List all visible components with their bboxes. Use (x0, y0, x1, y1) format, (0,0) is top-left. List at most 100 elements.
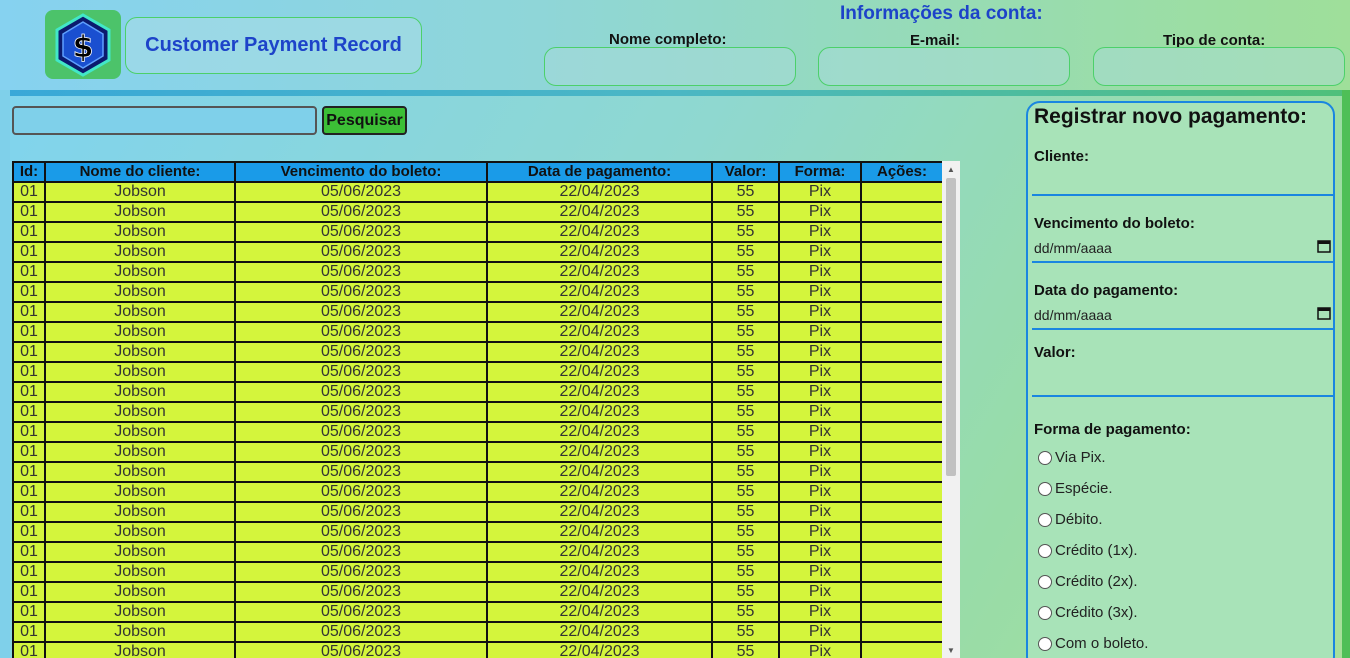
table-cell: Pix (778, 361, 862, 383)
table-cell (860, 201, 944, 223)
table-row[interactable]: 01 Jobson 05/06/2023 22/04/2023 55 Pix (12, 321, 944, 343)
app-title-box: Customer Payment Record (125, 17, 422, 74)
table-cell: 05/06/2023 (234, 421, 488, 443)
due-date-underline (1032, 261, 1334, 263)
table-cell: 01 (12, 381, 46, 403)
search-button[interactable]: Pesquisar (322, 106, 407, 135)
table-cell: 05/06/2023 (234, 581, 488, 603)
table-cell: Pix (778, 381, 862, 403)
radio-button[interactable] (1038, 636, 1052, 651)
payment-method-label: Via Pix. (1055, 449, 1106, 466)
table-row[interactable]: 01 Jobson 05/06/2023 22/04/2023 55 Pix (12, 601, 944, 623)
client-input-underline[interactable] (1032, 194, 1334, 196)
table-cell (860, 641, 944, 658)
table-row[interactable]: 01 Jobson 05/06/2023 22/04/2023 55 Pix (12, 221, 944, 243)
table-row[interactable]: 01 Jobson 05/06/2023 22/04/2023 55 Pix (12, 641, 944, 658)
email-field[interactable] (818, 47, 1070, 86)
table-cell: Pix (778, 421, 862, 443)
scroll-thumb[interactable] (946, 178, 956, 476)
table-row[interactable]: 01 Jobson 05/06/2023 22/04/2023 55 Pix (12, 301, 944, 323)
payment-method-option[interactable]: Crédito (3x). (1038, 604, 1138, 621)
payment-method-label: Espécie. (1055, 480, 1113, 497)
table-row[interactable]: 01 Jobson 05/06/2023 22/04/2023 55 Pix (12, 401, 944, 423)
table-cell: Jobson (44, 181, 236, 203)
table-row[interactable]: 01 Jobson 05/06/2023 22/04/2023 55 Pix (12, 561, 944, 583)
table-cell: Jobson (44, 401, 236, 423)
table-cell: 55 (711, 541, 780, 563)
table-row[interactable]: 01 Jobson 05/06/2023 22/04/2023 55 Pix (12, 261, 944, 283)
table-cell: Pix (778, 621, 862, 643)
scroll-down-arrow-icon[interactable]: ▼ (942, 644, 960, 658)
table-row[interactable]: 01 Jobson 05/06/2023 22/04/2023 55 Pix (12, 381, 944, 403)
table-row[interactable]: 01 Jobson 05/06/2023 22/04/2023 55 Pix (12, 421, 944, 443)
table-cell (860, 481, 944, 503)
table-row[interactable]: 01 Jobson 05/06/2023 22/04/2023 55 Pix (12, 361, 944, 383)
scroll-up-arrow-icon[interactable]: ▲ (942, 163, 960, 177)
payments-table-container[interactable]: Id: Nome do cliente: Vencimento do boleto:… (12, 161, 960, 658)
table-row[interactable]: 01 Jobson 05/06/2023 22/04/2023 55 Pix (12, 581, 944, 603)
table-cell (860, 221, 944, 243)
table-cell (860, 601, 944, 623)
table-row[interactable]: 01 Jobson 05/06/2023 22/04/2023 55 Pix (12, 281, 944, 303)
table-row[interactable]: 01 Jobson 05/06/2023 22/04/2023 55 Pix (12, 461, 944, 483)
payment-date-input[interactable]: dd/mm/aaaa (1034, 307, 1112, 323)
calendar-icon[interactable] (1317, 239, 1331, 253)
table-row[interactable]: 01 Jobson 05/06/2023 22/04/2023 55 Pix (12, 341, 944, 363)
radio-button[interactable] (1038, 605, 1052, 620)
radio-button[interactable] (1038, 574, 1052, 589)
value-input-underline[interactable] (1032, 395, 1334, 397)
table-cell: 01 (12, 601, 46, 623)
table-cell: 01 (12, 241, 46, 263)
table-cell: 05/06/2023 (234, 401, 488, 423)
table-cell: 22/04/2023 (486, 401, 713, 423)
table-cell: 01 (12, 541, 46, 563)
search-input[interactable] (12, 106, 317, 135)
radio-button[interactable] (1038, 481, 1052, 496)
table-cell (860, 441, 944, 463)
payment-method-option[interactable]: Espécie. (1038, 480, 1113, 497)
table-cell: 55 (711, 461, 780, 483)
payment-method-option[interactable]: Débito. (1038, 511, 1103, 528)
table-row[interactable]: 01 Jobson 05/06/2023 22/04/2023 55 Pix (12, 241, 944, 263)
payment-method-option[interactable]: Crédito (1x). (1038, 542, 1138, 559)
name-field[interactable] (544, 47, 796, 86)
table-cell: Pix (778, 521, 862, 543)
table-cell: 55 (711, 281, 780, 303)
table-cell: 55 (711, 341, 780, 363)
radio-button[interactable] (1038, 543, 1052, 558)
table-cell: 05/06/2023 (234, 501, 488, 523)
table-cell (860, 321, 944, 343)
table-row[interactable]: 01 Jobson 05/06/2023 22/04/2023 55 Pix (12, 201, 944, 223)
table-row[interactable]: 01 Jobson 05/06/2023 22/04/2023 55 Pix (12, 181, 944, 203)
radio-button[interactable] (1038, 512, 1052, 527)
table-cell: 01 (12, 481, 46, 503)
table-cell: 22/04/2023 (486, 541, 713, 563)
table-cell: Pix (778, 501, 862, 523)
table-cell: Jobson (44, 521, 236, 543)
calendar-icon[interactable] (1317, 306, 1331, 320)
table-cell: Pix (778, 641, 862, 658)
table-scrollbar[interactable]: ▲ ▼ (942, 161, 960, 658)
column-header: Vencimento do boleto: (234, 161, 488, 183)
payment-method-label: Crédito (2x). (1055, 573, 1138, 590)
table-cell: 05/06/2023 (234, 481, 488, 503)
table-cell: Jobson (44, 481, 236, 503)
table-cell: 22/04/2023 (486, 381, 713, 403)
table-cell: 01 (12, 201, 46, 223)
table-row[interactable]: 01 Jobson 05/06/2023 22/04/2023 55 Pix (12, 441, 944, 463)
table-row[interactable]: 01 Jobson 05/06/2023 22/04/2023 55 Pix (12, 521, 944, 543)
radio-button[interactable] (1038, 450, 1052, 465)
table-cell (860, 581, 944, 603)
app-title: Customer Payment Record (145, 34, 402, 56)
account-type-field[interactable] (1093, 47, 1345, 86)
due-date-input[interactable]: dd/mm/aaaa (1034, 240, 1112, 256)
payment-method-option[interactable]: Via Pix. (1038, 449, 1106, 466)
table-row[interactable]: 01 Jobson 05/06/2023 22/04/2023 55 Pix (12, 481, 944, 503)
payment-method-option[interactable]: Com o boleto. (1038, 635, 1148, 652)
table-cell: 05/06/2023 (234, 341, 488, 363)
payment-method-option[interactable]: Crédito (2x). (1038, 573, 1138, 590)
table-row[interactable]: 01 Jobson 05/06/2023 22/04/2023 55 Pix (12, 621, 944, 643)
table-row[interactable]: 01 Jobson 05/06/2023 22/04/2023 55 Pix (12, 501, 944, 523)
logo: $ (45, 10, 121, 79)
table-row[interactable]: 01 Jobson 05/06/2023 22/04/2023 55 Pix (12, 541, 944, 563)
